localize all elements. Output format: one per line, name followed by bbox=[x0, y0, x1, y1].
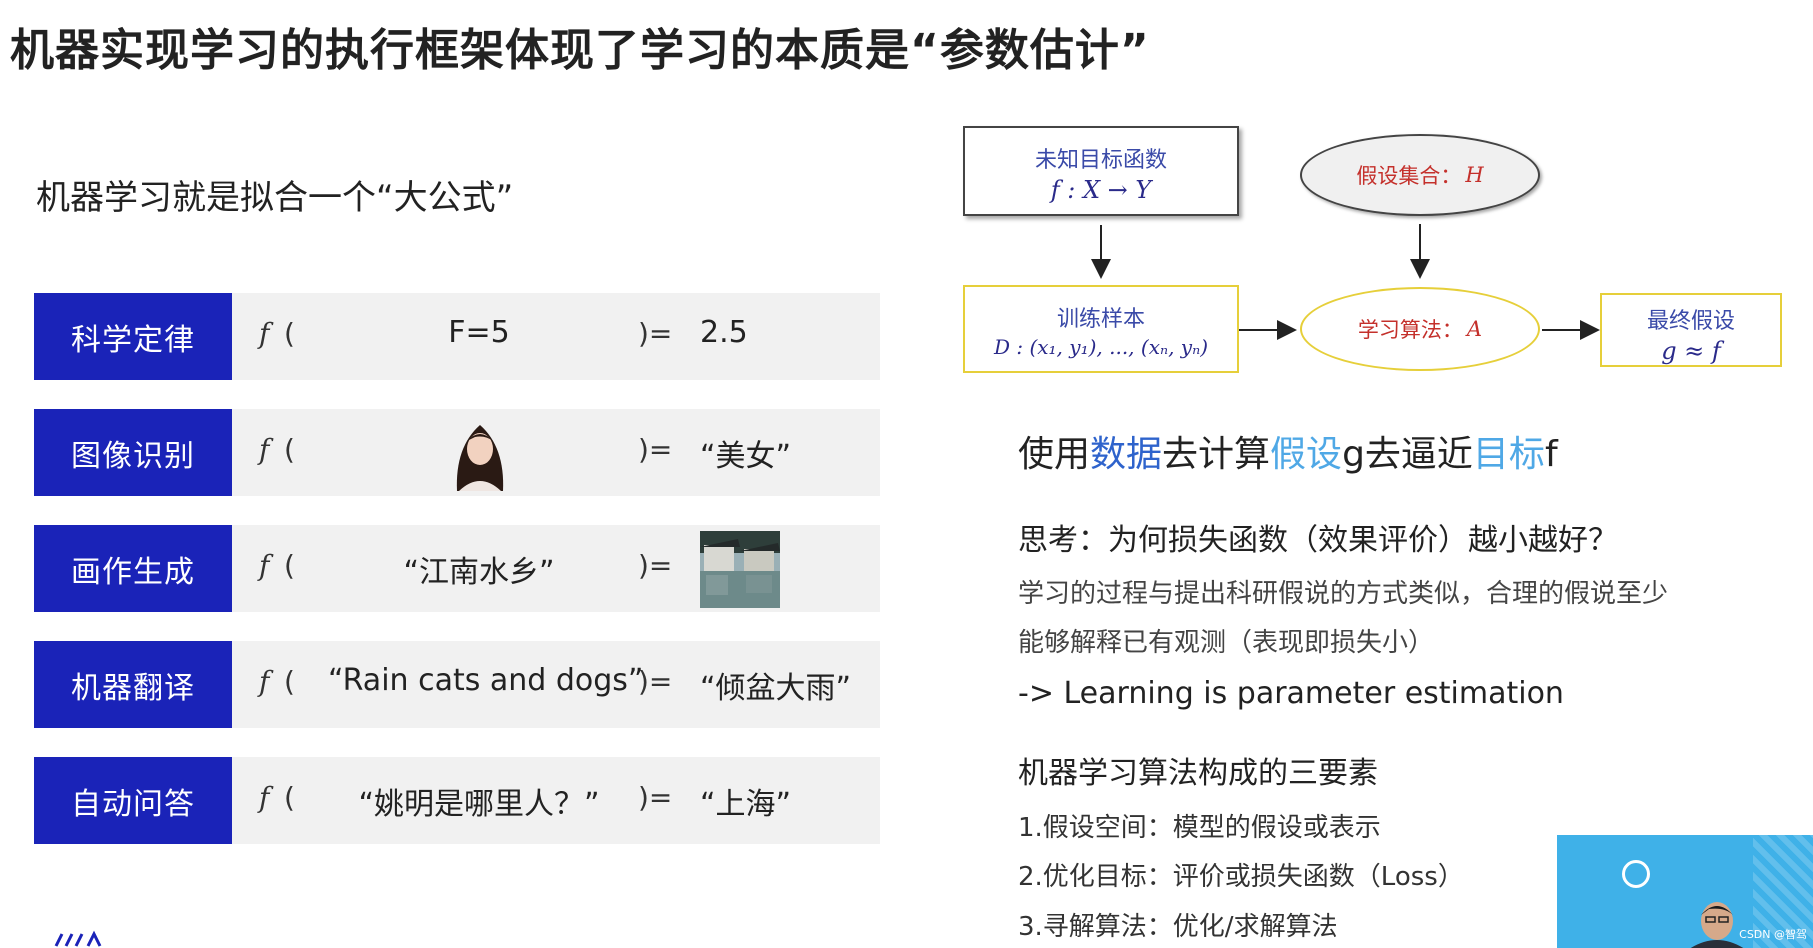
training-samples-box: 训练样本 D : (x₁, y₁), ..., (xₙ, yₙ) bbox=[963, 285, 1239, 373]
element-item-1: 1.假设空间：模型的假设或表示 bbox=[1018, 813, 1381, 843]
usage-text: 去计算 bbox=[1162, 434, 1271, 475]
learning-statement: -> Learning is parameter estimation bbox=[1018, 676, 1564, 711]
usage-sentence: 使用数据去计算假设g去逼近目标f bbox=[1018, 425, 1558, 477]
think-question: 思考：为何损失函数（效果评价）越小越好？ bbox=[1018, 523, 1618, 558]
explanation-line-2: 能够解释已有观测（表现即损失小） bbox=[1018, 628, 1435, 658]
usage-highlight-target: 目标 bbox=[1472, 434, 1545, 475]
watermark: CSDN @智驾 bbox=[1739, 928, 1807, 941]
samples-label: 训练样本 bbox=[1056, 307, 1145, 332]
hypothesis-set-ellipse: 假设集合： H bbox=[1300, 134, 1540, 216]
usage-highlight-data: 数据 bbox=[1090, 434, 1163, 475]
target-label: 未知目标函数 bbox=[1034, 148, 1167, 173]
final-label: 最终假设 bbox=[1646, 309, 1735, 334]
presenter-video: CSDN @智驾 bbox=[1557, 835, 1813, 948]
algorithm-symbol: A bbox=[1466, 317, 1483, 341]
brand-logo-icon bbox=[54, 930, 102, 947]
circle-icon bbox=[1622, 860, 1650, 888]
hypothesis-set-label: 假设集合： bbox=[1356, 164, 1462, 188]
final-formula: g ≈ f bbox=[1661, 337, 1721, 365]
usage-text: f bbox=[1544, 434, 1558, 475]
hypothesis-set-symbol: H bbox=[1465, 163, 1484, 187]
algorithm-label: 学习算法： bbox=[1357, 318, 1463, 342]
target-formula: f : X → Y bbox=[1050, 176, 1152, 204]
element-item-2: 2.优化目标：评价或损失函数（Loss） bbox=[1018, 862, 1464, 892]
learning-algorithm-ellipse: 学习算法： A bbox=[1300, 287, 1540, 371]
usage-text: g去逼近 bbox=[1342, 434, 1473, 475]
three-elements-title: 机器学习算法构成的三要素 bbox=[1018, 756, 1378, 791]
usage-text: 使用 bbox=[1018, 434, 1091, 475]
element-item-3: 3.寻解算法：优化/求解算法 bbox=[1018, 912, 1338, 942]
usage-highlight-hypothesis: 假设 bbox=[1270, 434, 1343, 475]
explanation-line-1: 学习的过程与提出科研假说的方式类似，合理的假说至少 bbox=[1018, 579, 1669, 609]
final-hypothesis-box: 最终假设 g ≈ f bbox=[1600, 293, 1782, 367]
samples-formula: D : (x₁, y₁), ..., (xₙ, yₙ) bbox=[993, 335, 1209, 359]
target-function-box: 未知目标函数 f : X → Y bbox=[963, 126, 1239, 216]
